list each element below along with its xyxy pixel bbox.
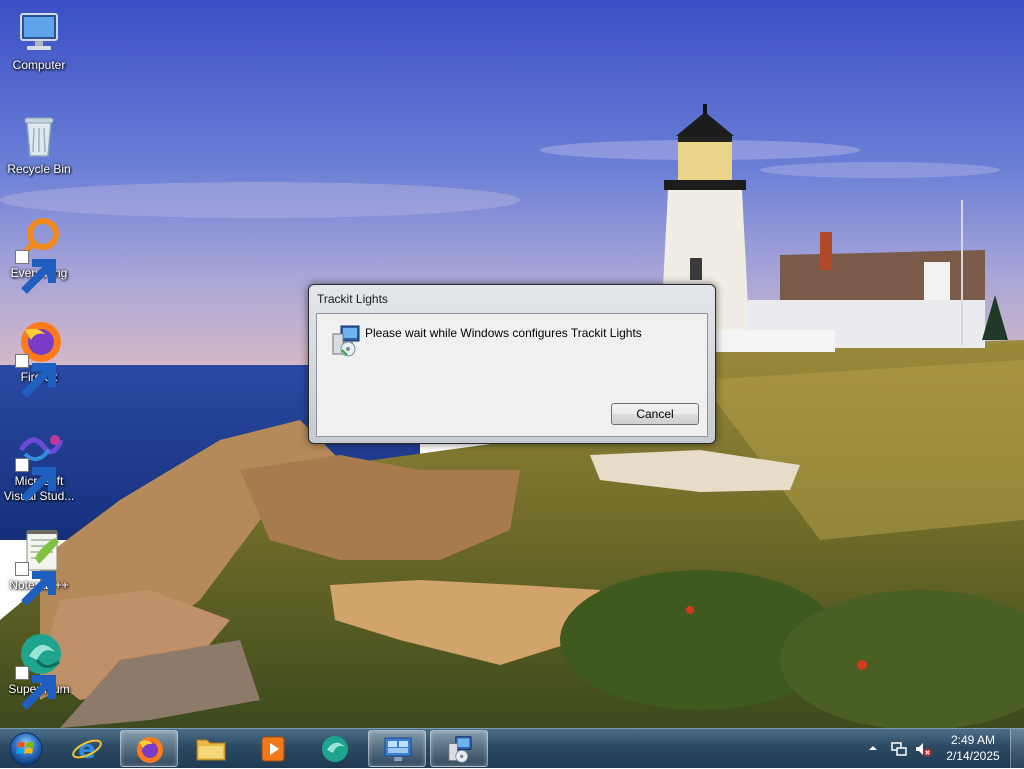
folder-icon xyxy=(196,739,226,761)
taskbar-file-explorer[interactable] xyxy=(182,730,240,767)
desktop-icon-everything[interactable]: Everything xyxy=(0,216,78,294)
dialog-title: Trackit Lights xyxy=(317,292,388,306)
taskbar-media-player[interactable] xyxy=(244,730,302,767)
windows-installer-icon xyxy=(329,324,363,358)
desktop-icon-label: Computer xyxy=(12,58,66,72)
installer-dialog[interactable]: Trackit Lights Please wait while Windows… xyxy=(308,284,716,444)
shortcut-arrow-icon xyxy=(15,562,56,606)
desktop-icon-firefox[interactable]: Firefox xyxy=(0,320,78,398)
taskbar-remote-desktop[interactable] xyxy=(368,730,426,767)
visual-studio-icon xyxy=(15,424,63,502)
taskbar-internet-explorer[interactable]: e xyxy=(58,730,116,767)
windows-installer-icon xyxy=(448,736,472,763)
remote-desktop-icon xyxy=(384,737,412,761)
supermium-icon xyxy=(15,632,63,710)
desktop-icon-visual-studio[interactable]: Microsoft Visual Stud... xyxy=(0,424,78,504)
show-desktop-button[interactable] xyxy=(1010,729,1024,769)
volume-muted-icon[interactable] xyxy=(914,740,932,758)
desktop-icon-label: Recycle Bin xyxy=(7,162,71,176)
chevron-up-icon[interactable] xyxy=(866,741,880,755)
clock-date: 2/14/2025 xyxy=(946,749,1000,763)
firefox-icon xyxy=(15,320,63,398)
taskbar: e 2:49 AM 2/14/2025 xyxy=(0,728,1024,769)
taskbar-windows-installer[interactable] xyxy=(430,730,488,767)
network-icon[interactable] xyxy=(890,740,908,758)
windows-start-icon xyxy=(9,732,43,766)
shortcut-arrow-icon xyxy=(15,250,56,294)
system-clock[interactable]: 2:49 AM 2/14/2025 xyxy=(942,732,1004,766)
desktop-icon-notepad-plus-plus[interactable]: Notepad++ xyxy=(0,528,78,606)
desktop-icon-supermium[interactable]: Supermium xyxy=(0,632,78,710)
internet-explorer-icon: e xyxy=(72,735,102,763)
recycle-bin-icon xyxy=(15,112,63,160)
shortcut-arrow-icon xyxy=(15,354,56,398)
taskbar-firefox[interactable] xyxy=(120,730,178,767)
start-button[interactable] xyxy=(6,731,46,767)
cancel-button[interactable]: Cancel xyxy=(611,403,699,425)
desktop-icon-recycle-bin[interactable]: Recycle Bin xyxy=(0,112,78,177)
computer-icon xyxy=(15,8,63,56)
clock-time: 2:49 AM xyxy=(950,733,996,747)
everything-icon xyxy=(15,216,63,294)
dialog-body: Please wait while Windows configures Tra… xyxy=(316,313,708,437)
notepad-plus-plus-icon xyxy=(15,528,63,606)
taskbar-supermium[interactable] xyxy=(306,730,364,767)
shortcut-arrow-icon xyxy=(15,666,56,710)
shortcut-arrow-icon xyxy=(15,458,56,502)
supermium-icon xyxy=(322,736,348,762)
svg-text:e: e xyxy=(78,735,96,763)
desktop-icon-computer[interactable]: Computer xyxy=(0,8,78,73)
firefox-icon xyxy=(137,737,163,763)
dialog-message: Please wait while Windows configures Tra… xyxy=(365,326,642,340)
media-player-icon xyxy=(261,736,285,762)
